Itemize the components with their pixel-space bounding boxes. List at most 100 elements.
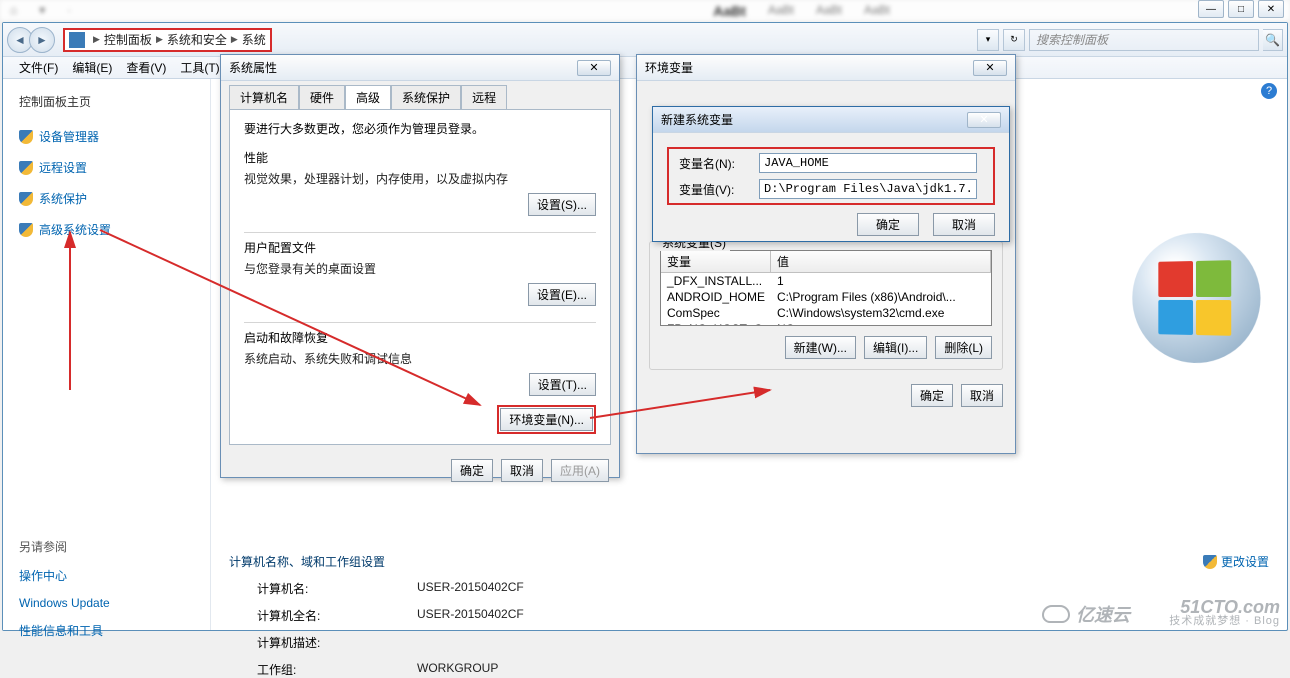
system-icon	[69, 32, 85, 48]
menu-file[interactable]: 文件(F)	[19, 59, 58, 76]
system-properties-dialog: 系统属性 ✕ 计算机名 硬件 高级 系统保护 远程 要进行大多数更改，您必须作为…	[220, 54, 620, 478]
apply-button[interactable]: 应用(A)	[551, 459, 609, 482]
desc-label: 计算机描述:	[257, 634, 417, 651]
new-var-button[interactable]: 新建(W)...	[785, 336, 856, 359]
sidebar-item-protection[interactable]: 系统保护	[19, 190, 194, 207]
recovery-heading: 启动和故障恢复	[244, 329, 596, 346]
profile-settings-button[interactable]: 设置(E)...	[528, 283, 596, 306]
change-settings-link[interactable]: 更改设置	[1203, 553, 1269, 570]
sidebar-item-label: 高级系统设置	[39, 221, 111, 238]
search-icon[interactable]: 🔍	[1263, 29, 1283, 51]
var-name-label: 变量名(N):	[679, 155, 759, 172]
new-system-variable-dialog: 新建系统变量 ✕ 变量名(N): 变量值(V): 确定 取消	[652, 106, 1010, 242]
sidebar-title: 控制面板主页	[19, 93, 194, 110]
sidebar-item-advanced[interactable]: 高级系统设置	[19, 221, 194, 238]
table-row[interactable]: ANDROID_HOMEC:\Program Files (x86)\Andro…	[661, 289, 991, 305]
menu-edit[interactable]: 编辑(E)	[72, 59, 112, 76]
shield-icon	[19, 223, 33, 237]
shield-icon	[19, 130, 33, 144]
delete-var-button[interactable]: 删除(L)	[935, 336, 992, 359]
chevron-right-icon: ▶	[93, 34, 100, 45]
close-icon[interactable]: ✕	[967, 112, 1001, 128]
nav-forward-button[interactable]: ►	[29, 27, 55, 53]
sysvars-table[interactable]: 变量 值 _DFX_INSTALL...1 ANDROID_HOMEC:\Pro…	[660, 250, 992, 326]
search-input[interactable]: 搜索控制面板	[1029, 29, 1259, 51]
edit-var-button[interactable]: 编辑(I)...	[864, 336, 927, 359]
maximize-button[interactable]: □	[1228, 0, 1254, 18]
breadcrumb[interactable]: ▶ 控制面板 ▶ 系统和安全 ▶ 系统	[63, 28, 272, 52]
ok-button[interactable]: 确定	[451, 459, 493, 482]
recovery-desc: 系统启动、系统失败和调试信息	[244, 350, 596, 367]
tab-advanced[interactable]: 高级	[345, 85, 391, 109]
watermark-51cto: 51CTO.com 技术成就梦想 · Blog	[1169, 598, 1280, 627]
dialog-title: 环境变量	[645, 59, 693, 76]
recovery-settings-button[interactable]: 设置(T)...	[529, 373, 596, 396]
shield-icon	[19, 192, 33, 206]
menu-tools[interactable]: 工具(T)	[180, 59, 219, 76]
see-also-title: 另请参阅	[19, 538, 194, 555]
sidebar-item-device-mgr[interactable]: 设备管理器	[19, 128, 194, 145]
ok-button[interactable]: 确定	[857, 213, 919, 236]
table-row[interactable]: ComSpecC:\Windows\system32\cmd.exe	[661, 305, 991, 321]
shield-icon	[1203, 555, 1217, 569]
breadcrumb-item[interactable]: 系统和安全	[167, 31, 227, 48]
sidebar-item-label: 系统保护	[39, 190, 87, 207]
sidebar-item-label: 远程设置	[39, 159, 87, 176]
full-name-value: USER-20150402CF	[417, 607, 524, 624]
refresh-button[interactable]: ↻	[1003, 29, 1025, 51]
breadcrumb-item[interactable]: 控制面板	[104, 31, 152, 48]
column-value[interactable]: 值	[771, 251, 991, 272]
tab-remote[interactable]: 远程	[461, 85, 507, 109]
dialog-title: 新建系统变量	[661, 111, 733, 128]
cancel-button[interactable]: 取消	[501, 459, 543, 482]
workgroup-value: WORKGROUP	[417, 661, 498, 678]
perf-heading: 性能	[244, 149, 596, 166]
dialog-title: 系统属性	[229, 59, 277, 76]
cancel-button[interactable]: 取消	[933, 213, 995, 236]
blurred-ribbon: ⌂▾· AaBt AaBt AaBt AaBt	[0, 0, 1290, 22]
ok-button[interactable]: 确定	[911, 384, 953, 407]
watermark-yisuyun: 亿速云	[1042, 601, 1130, 627]
see-also-perf-tools[interactable]: 性能信息和工具	[19, 622, 194, 639]
minimize-button[interactable]: —	[1198, 0, 1224, 18]
cloud-icon	[1042, 605, 1070, 623]
profile-heading: 用户配置文件	[244, 239, 596, 256]
var-value-label: 变量值(V):	[679, 181, 759, 198]
see-also-windows-update[interactable]: Windows Update	[19, 596, 194, 610]
history-dropdown[interactable]: ▾	[977, 29, 999, 51]
tab-hardware[interactable]: 硬件	[299, 85, 345, 109]
perf-settings-button[interactable]: 设置(S)...	[528, 193, 596, 216]
sidebar: 控制面板主页 设备管理器 远程设置 系统保护 高级系统设置 另请参阅 操作中心 …	[3, 79, 211, 630]
tab-strip: 计算机名 硬件 高级 系统保护 远程	[221, 81, 619, 109]
var-value-input[interactable]	[759, 179, 977, 199]
section-title: 计算机名称、域和工作组设置	[229, 553, 1269, 570]
column-variable[interactable]: 变量	[661, 251, 771, 272]
window-controls: — □ ✕	[1198, 0, 1284, 18]
close-icon[interactable]: ✕	[577, 60, 611, 76]
table-row[interactable]: _DFX_INSTALL...1	[661, 273, 991, 289]
perf-desc: 视觉效果，处理器计划，内存使用，以及虚拟内存	[244, 170, 596, 187]
full-name-label: 计算机全名:	[257, 607, 417, 624]
computer-name-value: USER-20150402CF	[417, 580, 524, 597]
tab-protection[interactable]: 系统保护	[391, 85, 461, 109]
workgroup-label: 工作组:	[257, 661, 417, 678]
tab-computer-name[interactable]: 计算机名	[229, 85, 299, 109]
see-also-action-center[interactable]: 操作中心	[19, 567, 194, 584]
nav-bar: ◄ ► ▶ 控制面板 ▶ 系统和安全 ▶ 系统 ▾ ↻ 搜索控制面板 🔍	[3, 23, 1287, 57]
env-variables-button[interactable]: 环境变量(N)...	[500, 408, 593, 431]
var-name-input[interactable]	[759, 153, 977, 173]
change-settings-label: 更改设置	[1221, 553, 1269, 570]
cancel-button[interactable]: 取消	[961, 384, 1003, 407]
computer-name-label: 计算机名:	[257, 580, 417, 597]
close-button[interactable]: ✕	[1258, 0, 1284, 18]
windows-logo-icon	[1132, 230, 1260, 365]
close-icon[interactable]: ✕	[973, 60, 1007, 76]
sidebar-item-remote[interactable]: 远程设置	[19, 159, 194, 176]
chevron-right-icon: ▶	[231, 34, 238, 45]
chevron-right-icon: ▶	[156, 34, 163, 45]
profile-desc: 与您登录有关的桌面设置	[244, 260, 596, 277]
table-row[interactable]: FP_NO_HOST_C...NO	[661, 321, 991, 326]
shield-icon	[19, 161, 33, 175]
breadcrumb-item[interactable]: 系统	[242, 31, 266, 48]
menu-view[interactable]: 查看(V)	[126, 59, 166, 76]
